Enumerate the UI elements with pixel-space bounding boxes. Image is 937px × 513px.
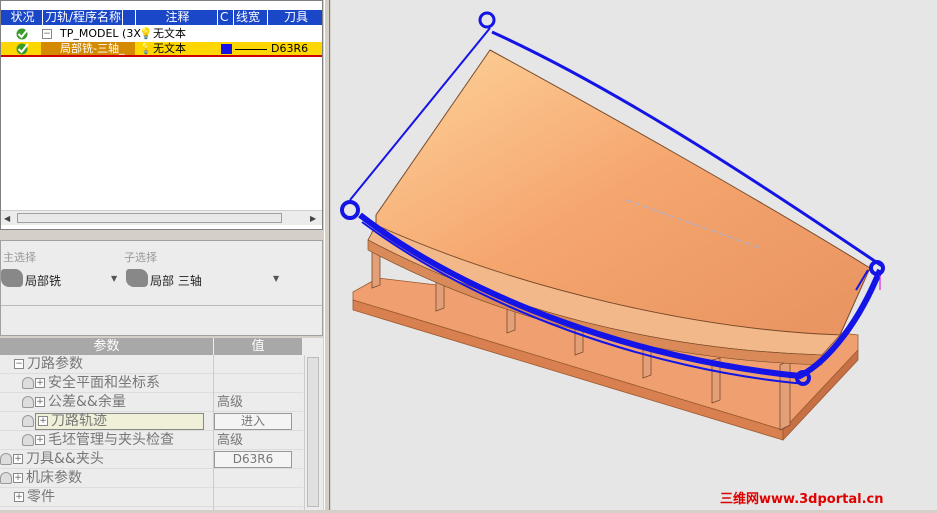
expand-icon[interactable]: +	[35, 435, 45, 445]
milling-icon	[1, 269, 23, 287]
tree-row-name: TP_MODEL (3X	[60, 27, 141, 40]
col-status[interactable]: 状况	[1, 10, 43, 25]
status-ok-icon	[16, 43, 29, 55]
sub-selection-value[interactable]: 局部 三轴	[150, 272, 202, 289]
enter-button[interactable]: 进入	[214, 413, 292, 430]
col-linewidth[interactable]: 线宽	[234, 10, 268, 25]
tree-row-tool: D63R6	[271, 42, 309, 55]
param-name: 安全平面和坐标系	[48, 375, 160, 391]
scroll-thumb[interactable]	[17, 213, 282, 223]
tree-hscrollbar[interactable]: ◀ ▶	[1, 210, 322, 225]
linewidth-sample	[235, 49, 267, 50]
param-row[interactable]: + 毛坯管理与夹头检查 高级	[0, 431, 303, 450]
lightbulb-icon[interactable]: 💡	[139, 27, 153, 41]
milling-3axis-icon	[126, 269, 148, 287]
param-vscrollbar[interactable]	[304, 355, 321, 510]
scroll-thumb[interactable]	[307, 357, 319, 507]
expand-icon[interactable]: +	[38, 416, 48, 426]
param-row[interactable]: + 安全平面和坐标系	[0, 374, 303, 393]
lock-icon	[0, 453, 12, 465]
collapse-icon[interactable]: −	[42, 29, 52, 39]
param-name: 机床参数	[26, 470, 82, 486]
lightbulb-icon[interactable]: 💡	[139, 42, 153, 56]
tree-row-toolpath[interactable]: 局部铣-三轴_ 💡 无文本 D63R6	[1, 42, 322, 57]
main-selection-label: 主选择	[3, 251, 36, 264]
param-row-selected[interactable]: + 刀路轨迹 进入	[0, 412, 303, 431]
param-name: 刀路参数	[27, 356, 83, 372]
selection-panel: 主选择 局部铣 ▼ 子选择 局部 三轴 ▼	[0, 240, 323, 336]
color-swatch[interactable]	[221, 44, 232, 54]
tool-button[interactable]: D63R6	[214, 451, 292, 468]
lock-icon	[22, 434, 34, 446]
scroll-left-icon[interactable]: ◀	[4, 214, 10, 223]
chevron-down-icon[interactable]: ▼	[273, 274, 279, 283]
param-row[interactable]: + 零件	[0, 488, 303, 507]
col-c[interactable]: C	[218, 10, 234, 25]
param-value[interactable]: 高级	[217, 394, 243, 411]
expand-icon[interactable]: +	[35, 378, 45, 388]
param-row[interactable]: + 公差&&余量 高级	[0, 393, 303, 412]
param-name: 零件	[27, 489, 55, 505]
lock-icon	[22, 396, 34, 408]
param-name: 刀路轨迹	[51, 413, 107, 429]
expand-icon[interactable]: +	[13, 473, 23, 483]
toolpath-tree-panel: 状况 刀轨/程序名称 注释 C 线宽 刀具 − TP_MODEL (3X 💡 无…	[0, 0, 323, 230]
param-name: 刀具&&夹头	[26, 451, 104, 467]
param-row[interactable]: + 刀具&&夹头 D63R6	[0, 450, 303, 469]
lock-icon	[0, 472, 12, 484]
left-panel: 状况 刀轨/程序名称 注释 C 线宽 刀具 − TP_MODEL (3X 💡 无…	[0, 0, 326, 510]
param-name: 公差&&余量	[48, 394, 126, 410]
lock-icon	[22, 415, 34, 427]
model-scene	[340, 11, 885, 442]
param-name: 毛坯管理与夹头检查	[48, 432, 174, 448]
param-row[interactable]: − 刀路参数	[0, 355, 303, 374]
col-comment[interactable]: 注释	[136, 10, 218, 25]
panel-splitter[interactable]	[324, 0, 330, 510]
watermark: 三维网www.3dportal.cn	[720, 492, 884, 507]
chevron-down-icon[interactable]: ▼	[111, 274, 117, 283]
tree-row-model[interactable]: − TP_MODEL (3X 💡 无文本	[1, 27, 322, 41]
scroll-right-icon[interactable]: ▶	[310, 214, 316, 223]
col-blank[interactable]	[123, 10, 136, 25]
tree-row-comment: 无文本	[153, 27, 186, 40]
expand-icon[interactable]: +	[14, 492, 24, 502]
tree-row-comment: 无文本	[153, 42, 186, 55]
lock-icon	[22, 377, 34, 389]
param-header-value: 值	[214, 338, 302, 355]
sub-selection-label: 子选择	[124, 251, 157, 264]
main-selection-value[interactable]: 局部铣	[25, 272, 61, 289]
tree-row-name: 局部铣-三轴_	[60, 42, 125, 55]
expand-icon[interactable]: +	[35, 397, 45, 407]
col-tool[interactable]: 刀具	[268, 10, 322, 25]
3d-viewport[interactable]	[331, 0, 937, 510]
tree-header: 状况 刀轨/程序名称 注释 C 线宽 刀具	[1, 10, 322, 25]
status-ok-icon	[16, 28, 29, 40]
param-header-name: 参数	[0, 338, 213, 355]
expand-icon[interactable]: +	[13, 454, 23, 464]
param-row[interactable]: + 机床参数	[0, 469, 303, 488]
parameter-panel: 参数 值 − 刀路参数 + 安全平面和坐标系 + 公差&&余量 高级 + 刀路轨迹 进入…	[0, 338, 323, 510]
col-name[interactable]: 刀轨/程序名称	[43, 10, 123, 25]
param-value[interactable]: 高级	[217, 432, 243, 449]
